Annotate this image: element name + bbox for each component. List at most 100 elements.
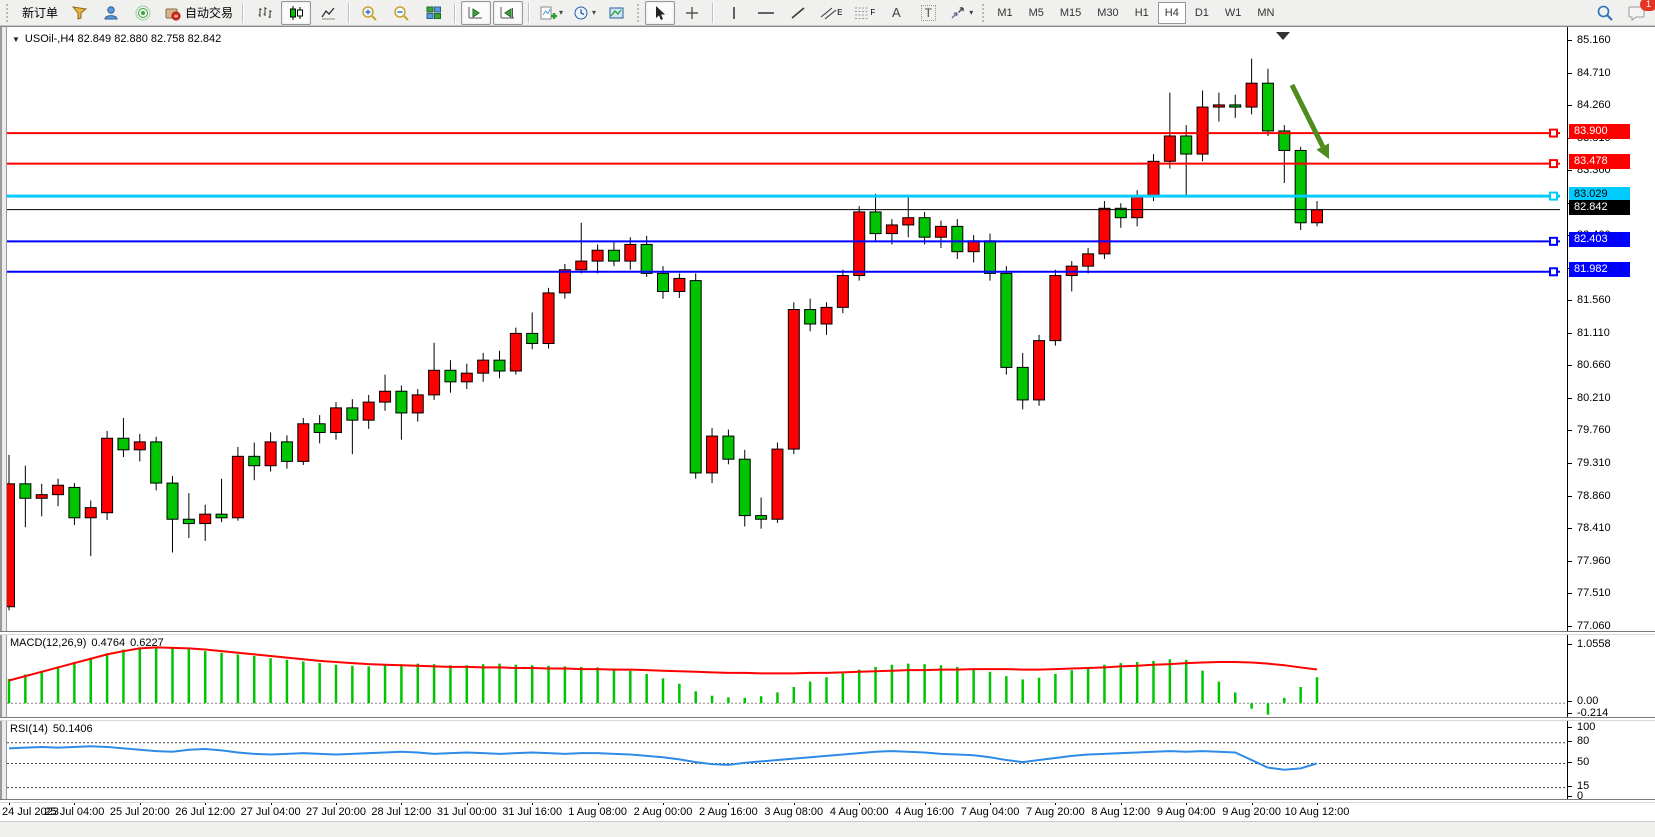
time-tick-label: 7 Aug 20:00 bbox=[1026, 806, 1085, 818]
price-tick-mark bbox=[1568, 496, 1572, 497]
channel-tool-button[interactable]: E bbox=[815, 1, 846, 25]
zoom-out-icon bbox=[393, 5, 411, 21]
price-chart[interactable] bbox=[7, 29, 1567, 633]
time-tick-label: 7 Aug 04:00 bbox=[961, 806, 1020, 818]
crosshair-icon bbox=[683, 5, 701, 21]
add-indicator-button[interactable]: ▾ bbox=[535, 1, 567, 25]
arrows-icon bbox=[949, 5, 967, 21]
time-tick-label: 27 Jul 04:00 bbox=[241, 806, 301, 818]
price-tick-mark bbox=[1568, 593, 1572, 594]
main-toolbar: 新订单 自动交易 ▾ ▾ bbox=[0, 0, 1655, 26]
macd-pane[interactable] bbox=[7, 635, 1567, 719]
template-button[interactable] bbox=[602, 1, 632, 25]
price-tick-mark bbox=[1568, 463, 1572, 464]
tab-timeframe-w1[interactable]: W1 bbox=[1218, 2, 1249, 24]
fibonacci-icon bbox=[852, 5, 872, 21]
search-icon bbox=[1596, 4, 1614, 21]
horizontal-line-tool-button[interactable] bbox=[751, 1, 781, 25]
price-tick-mark bbox=[1568, 40, 1572, 41]
horizontal-line-icon bbox=[756, 5, 776, 21]
macd-tick-mark bbox=[1568, 713, 1572, 714]
search-button[interactable] bbox=[1590, 1, 1620, 25]
toolbar-separator bbox=[242, 3, 244, 23]
chart-shift-marker bbox=[1276, 32, 1290, 40]
tab-timeframe-m15[interactable]: M15 bbox=[1053, 2, 1088, 24]
funnel-icon-button[interactable] bbox=[64, 1, 94, 25]
tab-timeframe-h4[interactable]: H4 bbox=[1158, 2, 1186, 24]
bar-chart-mode-button[interactable] bbox=[249, 1, 279, 25]
rsi-tick-mark bbox=[1568, 786, 1572, 787]
price-tick-label: 77.060 bbox=[1577, 620, 1611, 632]
text-label-tool-button[interactable]: T bbox=[913, 1, 943, 25]
price-tick-mark bbox=[1568, 333, 1572, 334]
time-tick-label: 10 Aug 12:00 bbox=[1285, 806, 1350, 818]
clock-icon bbox=[573, 5, 590, 21]
chart-shift-button[interactable] bbox=[493, 1, 523, 25]
notifications-button[interactable]: 1 bbox=[1622, 1, 1652, 25]
auto-scroll-button[interactable] bbox=[461, 1, 491, 25]
price-tick-label: 79.760 bbox=[1577, 424, 1611, 436]
price-tick-mark bbox=[1568, 561, 1572, 562]
tab-timeframe-mn[interactable]: MN bbox=[1250, 2, 1281, 24]
toolbar-grip[interactable] bbox=[636, 3, 641, 23]
toolbar-grip[interactable] bbox=[981, 3, 986, 23]
price-tick-label: 78.410 bbox=[1577, 522, 1611, 534]
tab-timeframe-m1[interactable]: M1 bbox=[990, 2, 1019, 24]
price-axis[interactable]: 85.16084.71084.26083.81083.36082.91082.4… bbox=[1567, 27, 1655, 801]
crosshair-tool-button[interactable] bbox=[677, 1, 707, 25]
price-tick-mark bbox=[1568, 398, 1572, 399]
period-button[interactable]: ▾ bbox=[569, 1, 600, 25]
symbol-header: ▼USOil-,H4 82.849 82.880 82.758 82.842 bbox=[12, 33, 221, 45]
tab-timeframe-m30[interactable]: M30 bbox=[1090, 2, 1125, 24]
tab-timeframe-d1[interactable]: D1 bbox=[1188, 2, 1216, 24]
time-tick-label: 27 Jul 20:00 bbox=[306, 806, 366, 818]
toolbar-separator bbox=[712, 3, 714, 23]
collapse-arrow-icon[interactable]: ▼ bbox=[12, 35, 20, 44]
template-icon bbox=[608, 5, 626, 21]
equidistant-channel-icon bbox=[819, 5, 839, 21]
funnel-icon bbox=[71, 5, 88, 21]
zoom-in-button[interactable] bbox=[355, 1, 385, 25]
trendline-tool-button[interactable] bbox=[783, 1, 813, 25]
tile-windows-button[interactable] bbox=[419, 1, 449, 25]
toolbar-separator bbox=[348, 3, 350, 23]
signal-icon-button[interactable] bbox=[128, 1, 158, 25]
new-order-button[interactable]: 新订单 bbox=[14, 1, 62, 25]
ohlc-readout: 82.849 82.880 82.758 82.842 bbox=[78, 33, 222, 45]
price-tick-label: 79.310 bbox=[1577, 457, 1611, 469]
time-tick-label: 4 Aug 00:00 bbox=[830, 806, 889, 818]
price-tick-label: 81.560 bbox=[1577, 294, 1611, 306]
time-tick-label: 28 Jul 12:00 bbox=[371, 806, 431, 818]
arrows-tool-button[interactable]: ▾ bbox=[945, 1, 977, 25]
macd-tick-mark bbox=[1568, 644, 1572, 645]
tab-timeframe-h1[interactable]: H1 bbox=[1128, 2, 1156, 24]
tab-timeframe-m5[interactable]: M5 bbox=[1022, 2, 1051, 24]
rsi-tick-mark bbox=[1568, 796, 1572, 797]
line-chart-icon bbox=[320, 5, 337, 21]
zoom-out-button[interactable] bbox=[387, 1, 417, 25]
text-tool-button[interactable]: A bbox=[881, 1, 911, 25]
pane-separator[interactable] bbox=[0, 631, 1655, 635]
profile-icon-button[interactable] bbox=[96, 1, 126, 25]
price-tick-label: 81.110 bbox=[1577, 327, 1610, 339]
price-tick-label: 77.960 bbox=[1577, 555, 1611, 567]
zoom-in-icon bbox=[361, 5, 379, 21]
vertical-line-tool-button[interactable] bbox=[719, 1, 749, 25]
pane-separator[interactable] bbox=[0, 717, 1655, 721]
chart-shift-icon bbox=[499, 5, 517, 21]
auto-trading-label: 自动交易 bbox=[185, 4, 233, 21]
rsi-pane[interactable] bbox=[7, 721, 1567, 799]
candle-chart-mode-button[interactable] bbox=[281, 1, 311, 25]
tile-windows-icon bbox=[425, 5, 443, 21]
chart-window: ▼USOil-,H4 82.849 82.880 82.758 82.842 M… bbox=[0, 26, 1655, 835]
auto-trading-button[interactable]: 自动交易 bbox=[160, 1, 237, 25]
line-chart-mode-button[interactable] bbox=[313, 1, 343, 25]
rsi-label: RSI(14)50.1406 bbox=[10, 723, 98, 735]
time-axis[interactable]: 24 Jul 202325 Jul 04:0025 Jul 20:0026 Ju… bbox=[0, 801, 1567, 821]
cursor-tool-button[interactable] bbox=[645, 1, 675, 25]
time-tick-label: 31 Jul 00:00 bbox=[437, 806, 497, 818]
fibonacci-tool-button[interactable]: F bbox=[848, 1, 879, 25]
chevron-down-icon: ▾ bbox=[559, 8, 563, 17]
toolbar-grip[interactable] bbox=[5, 3, 10, 23]
toolbar-separator bbox=[454, 3, 456, 23]
